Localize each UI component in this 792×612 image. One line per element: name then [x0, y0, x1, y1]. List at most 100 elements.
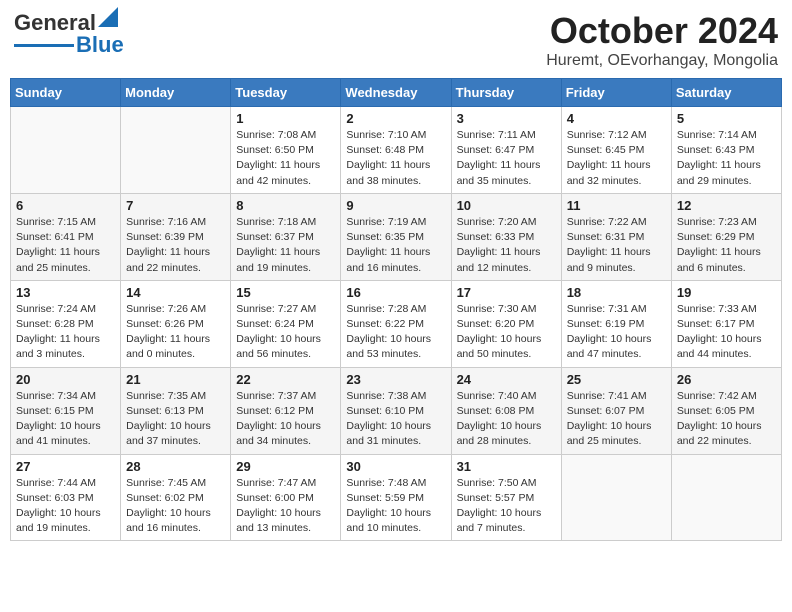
- calendar-cell: 3 Sunrise: 7:11 AMSunset: 6:47 PMDaylight…: [451, 107, 561, 194]
- day-info: Sunrise: 7:40 AMSunset: 6:08 PMDaylight:…: [457, 389, 556, 450]
- day-number: 5: [677, 111, 776, 126]
- day-info: Sunrise: 7:34 AMSunset: 6:15 PMDaylight:…: [16, 389, 115, 450]
- week-row-3: 13 Sunrise: 7:24 AMSunset: 6:28 PMDayligh…: [11, 280, 782, 367]
- day-number: 8: [236, 198, 335, 213]
- day-info: Sunrise: 7:47 AMSunset: 6:00 PMDaylight:…: [236, 476, 335, 537]
- day-number: 31: [457, 459, 556, 474]
- day-info: Sunrise: 7:35 AMSunset: 6:13 PMDaylight:…: [126, 389, 225, 450]
- calendar-cell: [11, 107, 121, 194]
- calendar-cell: 29Sunrise: 7:47 AMSunset: 6:00 PMDayligh…: [231, 454, 341, 541]
- day-info: Sunrise: 7:31 AMSunset: 6:19 PMDaylight:…: [567, 302, 666, 363]
- header-day-tuesday: Tuesday: [231, 79, 341, 107]
- calendar-cell: 11 Sunrise: 7:22 AMSunset: 6:31 PMDayligh…: [561, 193, 671, 280]
- calendar-cell: 13 Sunrise: 7:24 AMSunset: 6:28 PMDayligh…: [11, 280, 121, 367]
- month-title: October 2024: [546, 10, 778, 52]
- day-info: Sunrise: 7:48 AMSunset: 5:59 PMDaylight:…: [346, 476, 445, 537]
- logo-blue: Blue: [76, 32, 124, 58]
- day-number: 9: [346, 198, 445, 213]
- day-info: Sunrise: 7:16 AMSunset: 6:39 PMDaylight:…: [126, 215, 225, 276]
- day-number: 20: [16, 372, 115, 387]
- day-number: 30: [346, 459, 445, 474]
- calendar-cell: 10 Sunrise: 7:20 AMSunset: 6:33 PMDayligh…: [451, 193, 561, 280]
- day-info: Sunrise: 7:12 AMSunset: 6:45 PMDaylight:…: [567, 128, 666, 189]
- day-number: 23: [346, 372, 445, 387]
- calendar-cell: [121, 107, 231, 194]
- calendar-cell: 6Sunrise: 7:15 AMSunset: 6:41 PMDaylight…: [11, 193, 121, 280]
- day-info: Sunrise: 7:41 AMSunset: 6:07 PMDaylight:…: [567, 389, 666, 450]
- day-number: 17: [457, 285, 556, 300]
- day-number: 22: [236, 372, 335, 387]
- header-day-monday: Monday: [121, 79, 231, 107]
- calendar-cell: 2Sunrise: 7:10 AMSunset: 6:48 PMDaylight…: [341, 107, 451, 194]
- header-day-thursday: Thursday: [451, 79, 561, 107]
- day-number: 27: [16, 459, 115, 474]
- calendar-cell: 15Sunrise: 7:27 AMSunset: 6:24 PMDayligh…: [231, 280, 341, 367]
- day-info: Sunrise: 7:11 AMSunset: 6:47 PMDaylight:…: [457, 128, 556, 189]
- day-number: 26: [677, 372, 776, 387]
- calendar-cell: 27Sunrise: 7:44 AMSunset: 6:03 PMDayligh…: [11, 454, 121, 541]
- calendar-cell: 1Sunrise: 7:08 AMSunset: 6:50 PMDaylight…: [231, 107, 341, 194]
- header-row: SundayMondayTuesdayWednesdayThursdayFrid…: [11, 79, 782, 107]
- day-number: 12: [677, 198, 776, 213]
- calendar-cell: 8 Sunrise: 7:18 AMSunset: 6:37 PMDaylight…: [231, 193, 341, 280]
- day-info: Sunrise: 7:18 AMSunset: 6:37 PMDaylight:…: [236, 215, 335, 276]
- calendar-cell: 24 Sunrise: 7:40 AMSunset: 6:08 PMDayligh…: [451, 367, 561, 454]
- calendar-cell: 16Sunrise: 7:28 AMSunset: 6:22 PMDayligh…: [341, 280, 451, 367]
- day-info: Sunrise: 7:22 AMSunset: 6:31 PMDaylight:…: [567, 215, 666, 276]
- day-number: 25: [567, 372, 666, 387]
- calendar-cell: 14Sunrise: 7:26 AMSunset: 6:26 PMDayligh…: [121, 280, 231, 367]
- calendar-cell: 28 Sunrise: 7:45 AMSunset: 6:02 PMDayligh…: [121, 454, 231, 541]
- week-row-1: 1Sunrise: 7:08 AMSunset: 6:50 PMDaylight…: [11, 107, 782, 194]
- calendar-cell: 20 Sunrise: 7:34 AMSunset: 6:15 PMDayligh…: [11, 367, 121, 454]
- calendar-cell: 23 Sunrise: 7:38 AMSunset: 6:10 PMDayligh…: [341, 367, 451, 454]
- calendar-cell: 5 Sunrise: 7:14 AMSunset: 6:43 PMDaylight…: [671, 107, 781, 194]
- week-row-2: 6Sunrise: 7:15 AMSunset: 6:41 PMDaylight…: [11, 193, 782, 280]
- day-info: Sunrise: 7:37 AMSunset: 6:12 PMDaylight:…: [236, 389, 335, 450]
- day-number: 15: [236, 285, 335, 300]
- day-number: 3: [457, 111, 556, 126]
- header-day-saturday: Saturday: [671, 79, 781, 107]
- calendar-cell: 12 Sunrise: 7:23 AMSunset: 6:29 PMDayligh…: [671, 193, 781, 280]
- day-number: 18: [567, 285, 666, 300]
- header-day-wednesday: Wednesday: [341, 79, 451, 107]
- day-info: Sunrise: 7:24 AMSunset: 6:28 PMDaylight:…: [16, 302, 115, 363]
- day-info: Sunrise: 7:19 AMSunset: 6:35 PMDaylight:…: [346, 215, 445, 276]
- calendar-table: SundayMondayTuesdayWednesdayThursdayFrid…: [10, 78, 782, 541]
- day-number: 7: [126, 198, 225, 213]
- day-number: 10: [457, 198, 556, 213]
- day-info: Sunrise: 7:14 AMSunset: 6:43 PMDaylight:…: [677, 128, 776, 189]
- calendar-cell: 22 Sunrise: 7:37 AMSunset: 6:12 PMDayligh…: [231, 367, 341, 454]
- day-info: Sunrise: 7:38 AMSunset: 6:10 PMDaylight:…: [346, 389, 445, 450]
- page-header: General Blue October 2024 Huremt, OEvorh…: [10, 10, 782, 70]
- day-number: 24: [457, 372, 556, 387]
- day-info: Sunrise: 7:10 AMSunset: 6:48 PMDaylight:…: [346, 128, 445, 189]
- calendar-cell: 17 Sunrise: 7:30 AMSunset: 6:20 PMDayligh…: [451, 280, 561, 367]
- calendar-cell: 4 Sunrise: 7:12 AMSunset: 6:45 PMDaylight…: [561, 107, 671, 194]
- day-info: Sunrise: 7:42 AMSunset: 6:05 PMDaylight:…: [677, 389, 776, 450]
- calendar-cell: 30 Sunrise: 7:48 AMSunset: 5:59 PMDayligh…: [341, 454, 451, 541]
- day-info: Sunrise: 7:33 AMSunset: 6:17 PMDaylight:…: [677, 302, 776, 363]
- calendar-cell: 25 Sunrise: 7:41 AMSunset: 6:07 PMDayligh…: [561, 367, 671, 454]
- day-number: 13: [16, 285, 115, 300]
- title-block: October 2024 Huremt, OEvorhangay, Mongol…: [546, 10, 778, 70]
- logo-arrow-icon: [98, 7, 118, 27]
- week-row-4: 20 Sunrise: 7:34 AMSunset: 6:15 PMDayligh…: [11, 367, 782, 454]
- calendar-header: SundayMondayTuesdayWednesdayThursdayFrid…: [11, 79, 782, 107]
- day-number: 16: [346, 285, 445, 300]
- calendar-cell: [671, 454, 781, 541]
- day-info: Sunrise: 7:23 AMSunset: 6:29 PMDaylight:…: [677, 215, 776, 276]
- day-info: Sunrise: 7:45 AMSunset: 6:02 PMDaylight:…: [126, 476, 225, 537]
- day-number: 6: [16, 198, 115, 213]
- day-number: 11: [567, 198, 666, 213]
- day-info: Sunrise: 7:20 AMSunset: 6:33 PMDaylight:…: [457, 215, 556, 276]
- calendar-cell: 18 Sunrise: 7:31 AMSunset: 6:19 PMDayligh…: [561, 280, 671, 367]
- week-row-5: 27Sunrise: 7:44 AMSunset: 6:03 PMDayligh…: [11, 454, 782, 541]
- day-info: Sunrise: 7:30 AMSunset: 6:20 PMDaylight:…: [457, 302, 556, 363]
- day-info: Sunrise: 7:50 AMSunset: 5:57 PMDaylight:…: [457, 476, 556, 537]
- day-number: 19: [677, 285, 776, 300]
- calendar-cell: 21 Sunrise: 7:35 AMSunset: 6:13 PMDayligh…: [121, 367, 231, 454]
- day-number: 21: [126, 372, 225, 387]
- logo: General Blue: [14, 10, 124, 58]
- day-number: 28: [126, 459, 225, 474]
- day-number: 4: [567, 111, 666, 126]
